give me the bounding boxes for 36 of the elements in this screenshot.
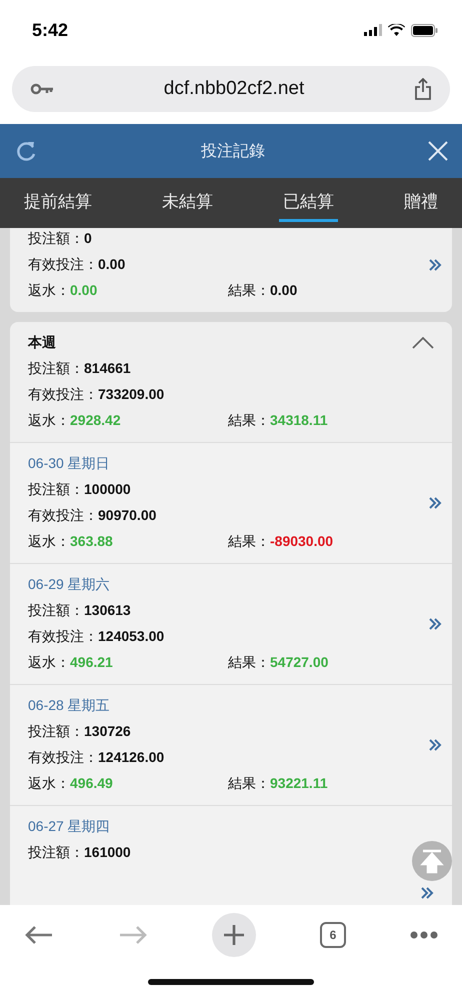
date-text: 06-28 星期五 bbox=[28, 697, 111, 715]
date-text: 06-27 星期四 bbox=[28, 818, 111, 836]
valid-bet-text: 有效投注：733209.00 bbox=[28, 386, 166, 404]
result-text: 結果：93221.11 bbox=[228, 775, 329, 793]
page-title: 投注記錄 bbox=[200, 142, 266, 162]
week-title: 本週 bbox=[28, 334, 56, 352]
result-text: 結果：34318.11 bbox=[228, 412, 329, 430]
summary-card[interactable]: 投注額：0 有效投注：0.00 返水：0.00 結果：0.00 bbox=[10, 228, 452, 312]
valid-bet-text: 有效投注：90970.00 bbox=[28, 507, 158, 525]
valid-bet-text: 有效投注：124053.00 bbox=[28, 628, 166, 646]
rebate-text: 返水：363.88 bbox=[28, 533, 114, 551]
stake-text: 投注額：130613 bbox=[28, 602, 132, 620]
rebate-text: 返水：496.49 bbox=[28, 775, 114, 793]
rebate-text: 返水：0.00 bbox=[28, 282, 98, 300]
url-text: dcf.nbb02cf2.net bbox=[162, 78, 306, 100]
rebate-text: 返水：2928.42 bbox=[28, 412, 122, 430]
date-text: 06-29 星期六 bbox=[28, 576, 111, 594]
address-bar[interactable]: dcf.nbb02cf2.net bbox=[12, 66, 450, 112]
rebate-text: 返水：496.21 bbox=[28, 654, 114, 672]
tab[interactable]: 已結算 bbox=[279, 184, 338, 222]
result-text: 結果：54727.00 bbox=[228, 654, 330, 672]
clock-time: 5:42 bbox=[32, 20, 68, 40]
stake-text: 投注額：814661 bbox=[28, 360, 132, 378]
tab[interactable]: 贈禮 bbox=[400, 184, 442, 222]
stake-text: 投注額：100000 bbox=[28, 481, 132, 499]
result-text: 結果：0.00 bbox=[228, 282, 298, 300]
tab-count-button[interactable]: 6 bbox=[320, 922, 346, 948]
stake-text: 投注額：161000 bbox=[28, 844, 132, 862]
date-text: 06-30 星期日 bbox=[28, 455, 111, 473]
tab[interactable]: 未結算 bbox=[158, 184, 217, 222]
stake-text: 投注額：130726 bbox=[28, 723, 132, 741]
valid-bet-text: 有效投注：0.00 bbox=[28, 256, 126, 274]
result-text: 結果：-89030.00 bbox=[228, 533, 334, 551]
stake-text: 投注額：0 bbox=[28, 230, 93, 248]
tab[interactable]: 提前結算 bbox=[20, 184, 96, 222]
valid-bet-text: 有效投注：124126.00 bbox=[28, 749, 166, 767]
